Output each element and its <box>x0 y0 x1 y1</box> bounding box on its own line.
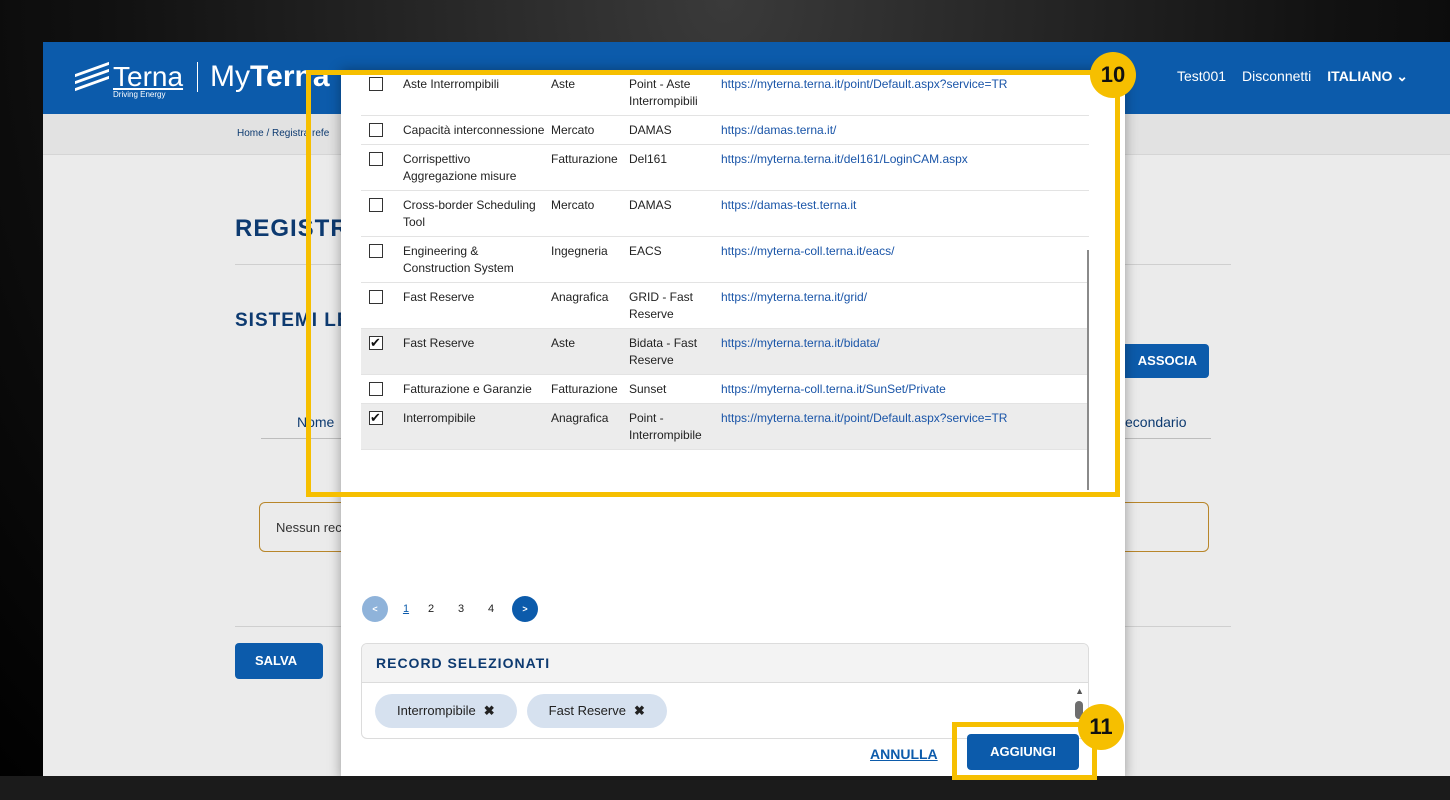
logo[interactable]: Terna Driving Energy MyTerna <box>75 60 330 99</box>
selected-chip[interactable]: Interrompibile ✖ <box>375 694 517 728</box>
selected-records-title: RECORD SELEZIONATI <box>362 644 1088 683</box>
remove-icon[interactable]: ✖ <box>634 703 645 718</box>
save-button[interactable]: SALVA <box>235 643 323 679</box>
header-actions: Test001 Disconnetti ITALIANO ⌄ <box>1177 68 1408 85</box>
prev-page-button[interactable]: < <box>362 596 388 622</box>
scroll-up-icon[interactable]: ▲ <box>1075 686 1084 696</box>
logo-name: Terna <box>113 61 184 92</box>
laptop-frame: Terna Driving Energy MyTerna Test001 Dis… <box>0 0 1450 800</box>
logo-tagline: Driving Energy <box>113 90 166 99</box>
column-header-secondary: econdario <box>1125 414 1187 430</box>
logout-link[interactable]: Disconnetti <box>1242 68 1311 85</box>
terna-logo-icon <box>75 61 109 92</box>
remove-icon[interactable]: ✖ <box>484 703 495 718</box>
callout-highlight-add <box>952 722 1097 780</box>
page-link-4[interactable]: 4 <box>476 603 506 615</box>
empty-state-text: Nessun rec <box>276 520 342 535</box>
page-link-2[interactable]: 2 <box>416 603 446 615</box>
callout-badge-10: 10 <box>1090 52 1136 98</box>
pagination: < 1 2 3 4 > <box>362 596 538 622</box>
chevron-down-icon: ⌄ <box>1396 68 1408 84</box>
cancel-button[interactable]: ANNULLA <box>870 746 938 762</box>
user-name[interactable]: Test001 <box>1177 68 1226 85</box>
logo-divider <box>197 62 199 92</box>
next-page-button[interactable]: > <box>512 596 538 622</box>
selected-chip[interactable]: Fast Reserve ✖ <box>526 694 667 728</box>
callout-badge-11: 11 <box>1078 704 1124 750</box>
page-link-3[interactable]: 3 <box>446 603 476 615</box>
laptop-bezel <box>0 776 1450 800</box>
selected-chips: Interrompibile ✖ Fast Reserve ✖ <box>375 694 667 728</box>
callout-highlight-list <box>306 70 1120 497</box>
language-select[interactable]: ITALIANO ⌄ <box>1327 68 1408 85</box>
page-link-1[interactable]: 1 <box>396 603 416 615</box>
